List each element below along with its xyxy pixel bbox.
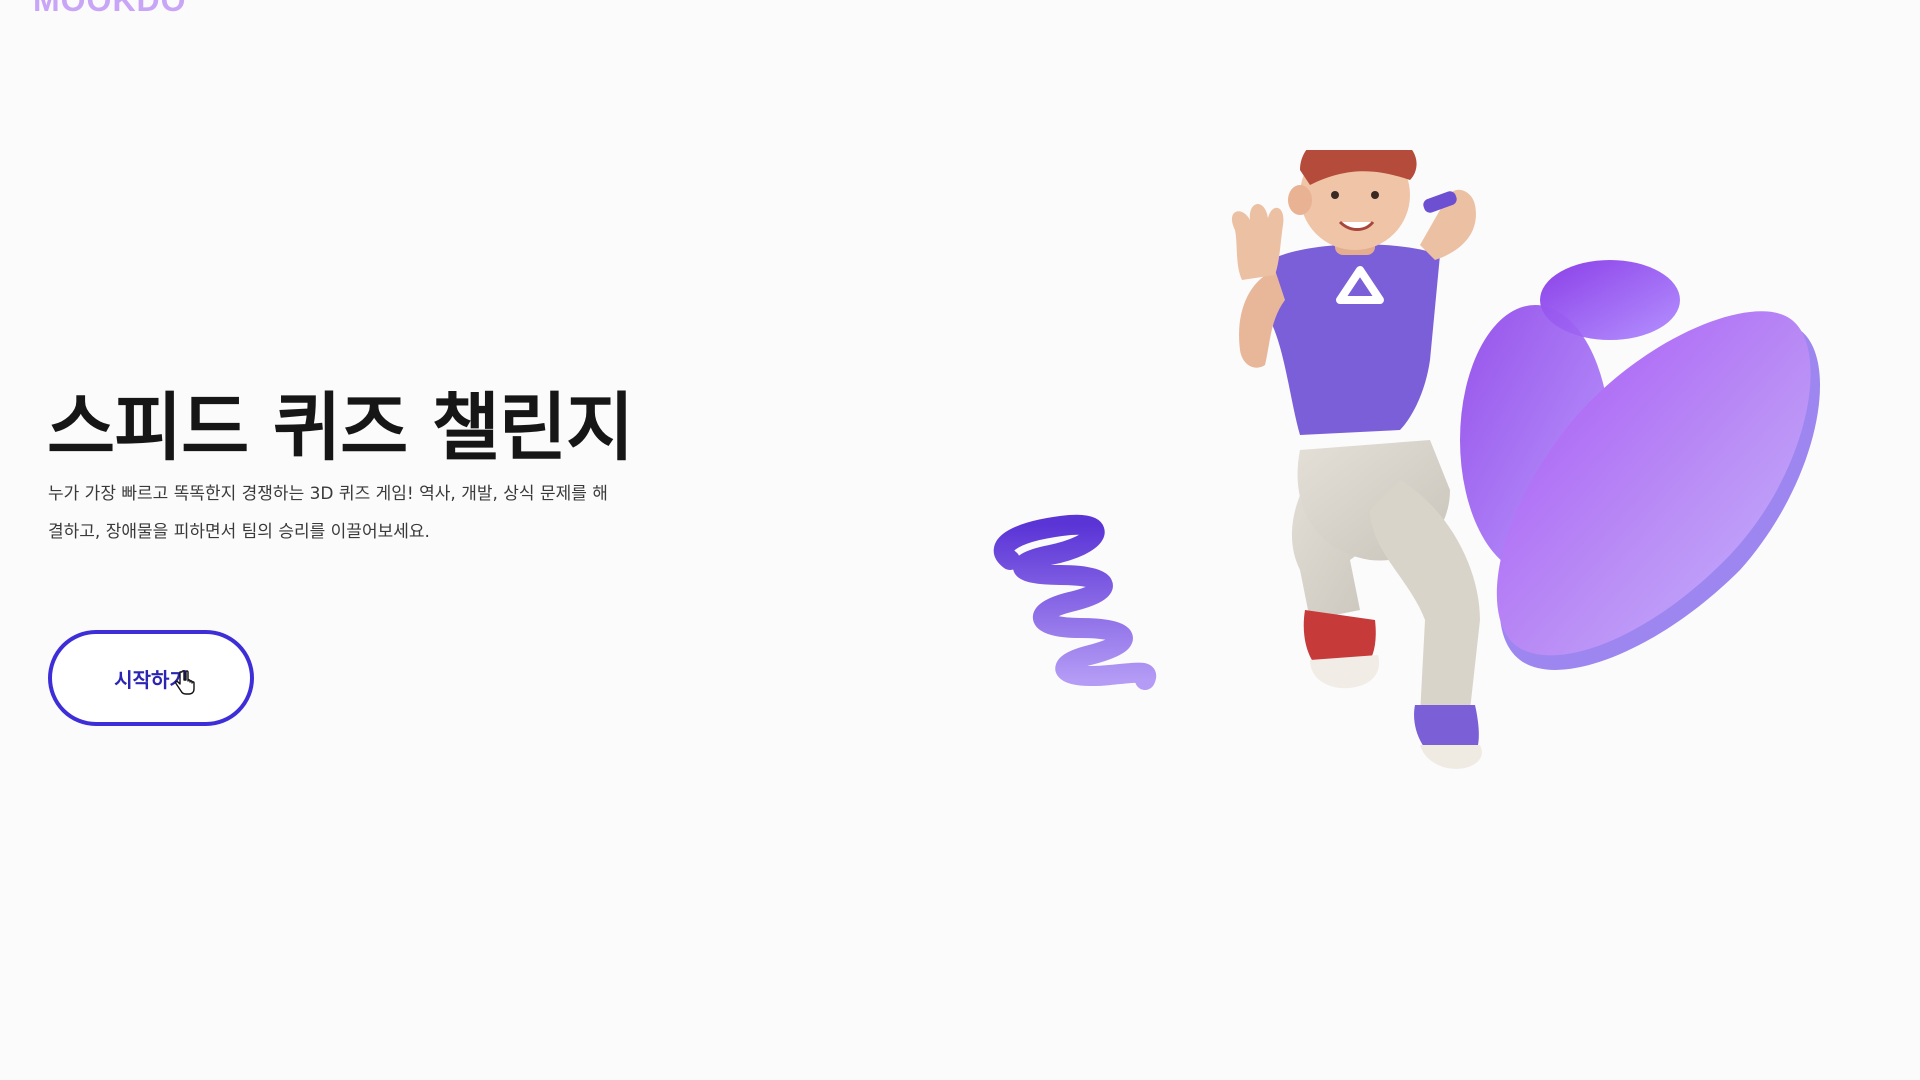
brand-logo[interactable]: MOOKDO bbox=[33, 0, 187, 19]
start-button[interactable]: 시작하기 bbox=[48, 630, 254, 726]
hero-description: 누가 가장 빠르고 똑똑한지 경쟁하는 3D 퀴즈 게임! 역사, 개발, 상식… bbox=[48, 484, 608, 542]
character bbox=[1231, 150, 1482, 769]
hero-title: 스피드 퀴즈 챌린지 bbox=[47, 385, 634, 471]
landing-page: MOOKDO 스피드 퀴즈 챌린지 누가 가장 빠르고 똑똑한지 경쟁하는 3D… bbox=[0, 0, 1920, 1080]
purple-blob-shapes bbox=[1460, 260, 1820, 670]
spring-coil-shape bbox=[993, 514, 1157, 690]
3d-character-illustration bbox=[993, 150, 1820, 769]
hand-pointer-icon bbox=[174, 670, 195, 695]
